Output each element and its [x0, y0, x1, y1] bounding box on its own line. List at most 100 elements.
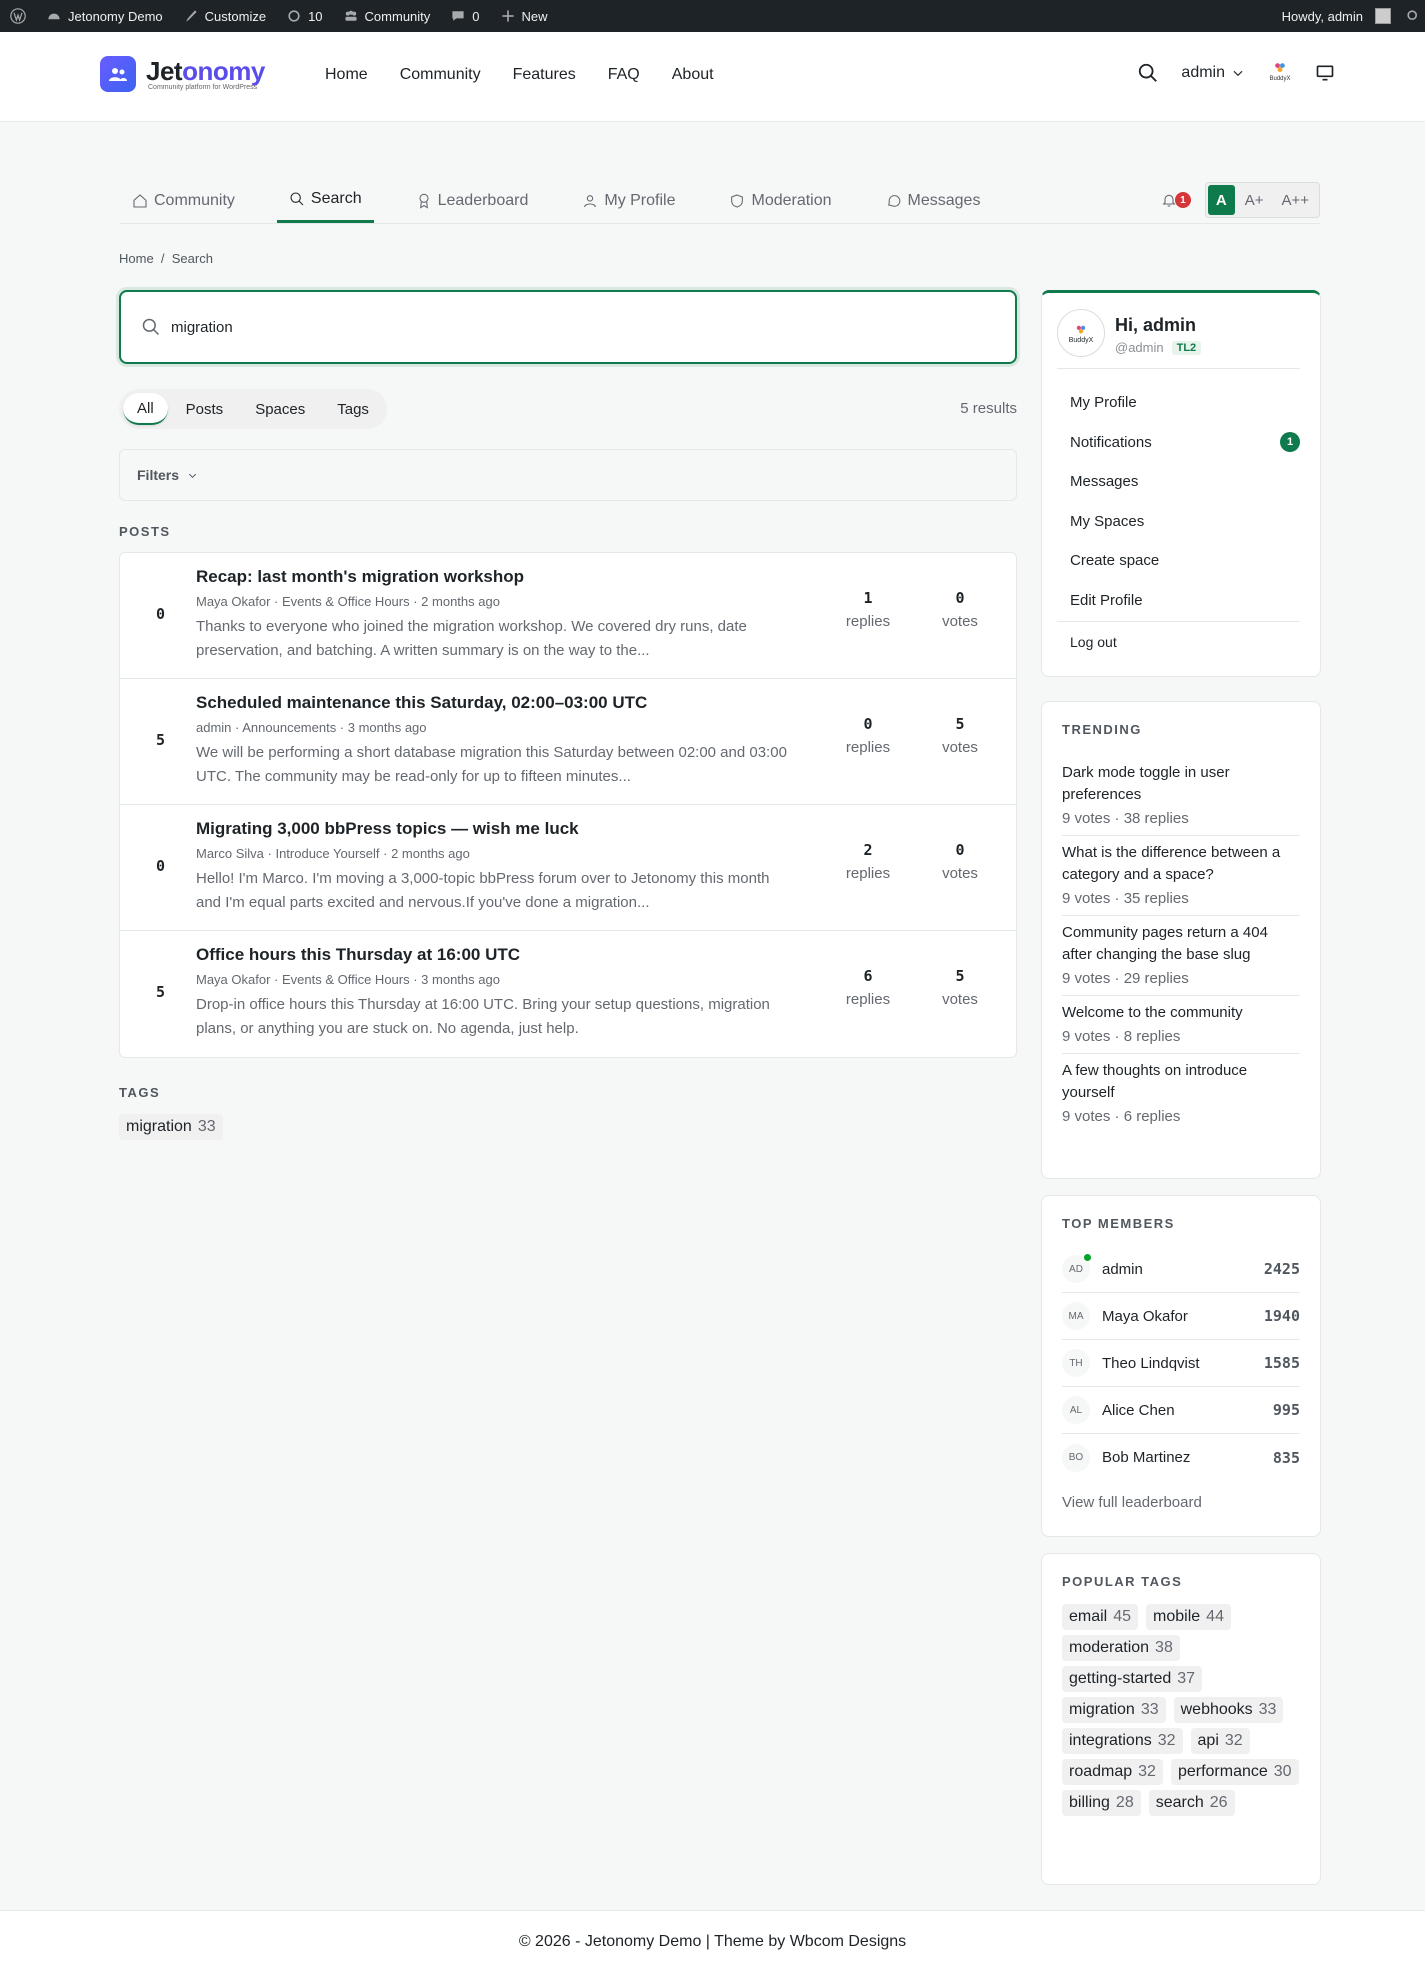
- member-row[interactable]: TH Theo Lindqvist 1585: [1062, 1340, 1300, 1387]
- avatar[interactable]: BuddyX: [1057, 309, 1105, 357]
- shield-icon: [731, 193, 744, 208]
- tab-leaderboard[interactable]: Leaderboard: [404, 178, 541, 223]
- post-title[interactable]: Recap: last month's migration workshop: [196, 567, 796, 587]
- nav-community[interactable]: Community: [400, 66, 481, 84]
- group-icon: [344, 10, 357, 21]
- new-content-link[interactable]: New: [490, 0, 558, 32]
- font-size-normal[interactable]: A: [1207, 185, 1235, 215]
- tag-chip[interactable]: migration 33: [119, 1114, 223, 1140]
- site-name-link[interactable]: Jetonomy Demo: [36, 0, 173, 32]
- menu-my-spaces[interactable]: My Spaces: [1070, 502, 1300, 542]
- font-size-control: A A+ A++: [1204, 182, 1320, 218]
- tag-chip[interactable]: search 26: [1148, 1790, 1235, 1816]
- tag-chip[interactable]: email 45: [1062, 1604, 1139, 1630]
- post-meta: Marco Silva · Introduce Yourself · 2 mon…: [196, 846, 470, 861]
- view-leaderboard-link[interactable]: View full leaderboard: [1062, 1494, 1202, 1511]
- site-name: Jetonomy Demo: [68, 8, 163, 24]
- menu-create-space[interactable]: Create space: [1070, 541, 1300, 581]
- search-input[interactable]: [171, 318, 971, 336]
- tag-chip[interactable]: billing 28: [1062, 1790, 1141, 1816]
- menu-my-profile[interactable]: My Profile: [1070, 383, 1300, 423]
- logout-link[interactable]: Log out: [1070, 634, 1117, 650]
- user-greeting: Hi, admin: [1115, 315, 1197, 335]
- menu-notifications[interactable]: Notifications 1: [1070, 423, 1300, 463]
- trending-title: TRENDING: [1062, 722, 1142, 737]
- trending-item[interactable]: A few thoughts on introduce yourself 9 vo…: [1062, 1054, 1300, 1133]
- site-footer: © 2026 - Jetonomy Demo | Theme by Wbcom …: [0, 1910, 1425, 1978]
- menu-edit-profile[interactable]: Edit Profile: [1070, 581, 1300, 621]
- chevron-down-icon: [1233, 70, 1243, 77]
- updates-link[interactable]: 10: [276, 0, 332, 32]
- tab-my-profile[interactable]: My Profile: [570, 178, 687, 223]
- logo-wordmark: Jetonomy: [146, 55, 265, 86]
- nav-home[interactable]: Home: [325, 66, 368, 84]
- search-icon[interactable]: [1137, 62, 1159, 84]
- member-row[interactable]: AD admin 2425: [1062, 1246, 1300, 1293]
- filters-toggle[interactable]: Filters: [119, 449, 1017, 501]
- user-menu[interactable]: admin: [1181, 64, 1245, 82]
- nav-faq[interactable]: FAQ: [608, 66, 640, 84]
- chevron-down-icon: [188, 473, 197, 478]
- buddyx-logo[interactable]: BuddyX: [1267, 60, 1293, 86]
- type-tab-tags[interactable]: Tags: [323, 393, 383, 425]
- post-title[interactable]: Scheduled maintenance this Saturday, 02:…: [196, 693, 796, 713]
- my-account-link[interactable]: Howdy, admin: [1272, 0, 1401, 32]
- font-size-xlarge[interactable]: A++: [1273, 185, 1317, 215]
- post-title[interactable]: Office hours this Thursday at 16:00 UTC: [196, 945, 796, 965]
- trending-item[interactable]: Welcome to the community 9 votes · 8 repl…: [1062, 996, 1300, 1054]
- nav-about[interactable]: About: [672, 66, 714, 84]
- tab-messages[interactable]: Messages: [874, 178, 993, 223]
- replies-stat: 1 replies: [845, 589, 891, 630]
- wordpress-logo[interactable]: [0, 0, 36, 32]
- trending-item[interactable]: Dark mode toggle in user preferences 9 vo…: [1062, 756, 1300, 836]
- post-title[interactable]: Migrating 3,000 bbPress topics — wish me…: [196, 819, 796, 839]
- votes-stat: 5 votes: [942, 715, 978, 756]
- avatar: BO: [1062, 1443, 1090, 1472]
- tag-chip[interactable]: moderation 38: [1062, 1635, 1180, 1661]
- tag-chip[interactable]: migration 33: [1062, 1697, 1166, 1723]
- member-row[interactable]: AL Alice Chen 995: [1062, 1387, 1300, 1434]
- divider: [1057, 621, 1300, 622]
- tab-community[interactable]: Community: [120, 178, 247, 223]
- user-handle: @admin: [1115, 340, 1164, 355]
- tag-chip[interactable]: api 32: [1190, 1728, 1250, 1754]
- type-tab-posts[interactable]: Posts: [172, 393, 238, 425]
- results-count: 5 results: [960, 400, 1017, 417]
- type-tab-all[interactable]: All: [123, 393, 168, 425]
- post-item[interactable]: 5 Office hours this Thursday at 16:00 UT…: [120, 931, 1016, 1057]
- site-logo[interactable]: Jetonomy Community platform for WordPres…: [100, 56, 265, 92]
- comments-link[interactable]: 0: [440, 0, 489, 32]
- tab-search[interactable]: Search: [276, 178, 374, 223]
- search-icon: [142, 318, 160, 336]
- community-logo-icon: [109, 68, 127, 81]
- member-row[interactable]: BO Bob Martinez 835: [1062, 1434, 1300, 1481]
- post-item[interactable]: 0 Migrating 3,000 bbPress topics — wish …: [120, 805, 1016, 931]
- member-row[interactable]: MA Maya Okafor 1940: [1062, 1293, 1300, 1340]
- menu-messages[interactable]: Messages: [1070, 462, 1300, 502]
- monitor-icon[interactable]: [1315, 63, 1335, 83]
- nav-features[interactable]: Features: [513, 66, 576, 84]
- notifications-bell[interactable]: 1: [1161, 188, 1191, 212]
- tag-chip[interactable]: webhooks 33: [1173, 1697, 1284, 1723]
- post-item[interactable]: 0 Recap: last month's migration workshop…: [120, 553, 1016, 679]
- tag-chip[interactable]: getting-started 37: [1062, 1666, 1203, 1692]
- brush-icon: [185, 10, 197, 22]
- post-meta: Maya Okafor · Events & Office Hours · 3 …: [196, 972, 500, 987]
- type-tab-spaces[interactable]: Spaces: [241, 393, 319, 425]
- breadcrumb[interactable]: Home / Search: [119, 251, 213, 266]
- post-item[interactable]: 5 Scheduled maintenance this Saturday, 0…: [120, 679, 1016, 805]
- tab-moderation[interactable]: Moderation: [717, 178, 843, 223]
- community-link[interactable]: Community: [333, 0, 441, 32]
- font-size-large[interactable]: A+: [1237, 185, 1272, 215]
- post-meta: admin · Announcements · 3 months ago: [196, 720, 427, 735]
- trending-item[interactable]: Community pages return a 404 after chang…: [1062, 916, 1300, 996]
- tag-chip[interactable]: integrations 32: [1062, 1728, 1183, 1754]
- tag-chip[interactable]: performance 30: [1170, 1759, 1299, 1785]
- tag-chip[interactable]: mobile 44: [1146, 1604, 1231, 1630]
- tag-chip[interactable]: roadmap 32: [1062, 1759, 1163, 1785]
- admin-bar-search[interactable]: [1401, 0, 1425, 32]
- trending-item[interactable]: What is the difference between a categor…: [1062, 836, 1300, 916]
- online-indicator: [1083, 1253, 1092, 1262]
- wordpress-icon: [10, 8, 26, 24]
- customize-link[interactable]: Customize: [173, 0, 276, 32]
